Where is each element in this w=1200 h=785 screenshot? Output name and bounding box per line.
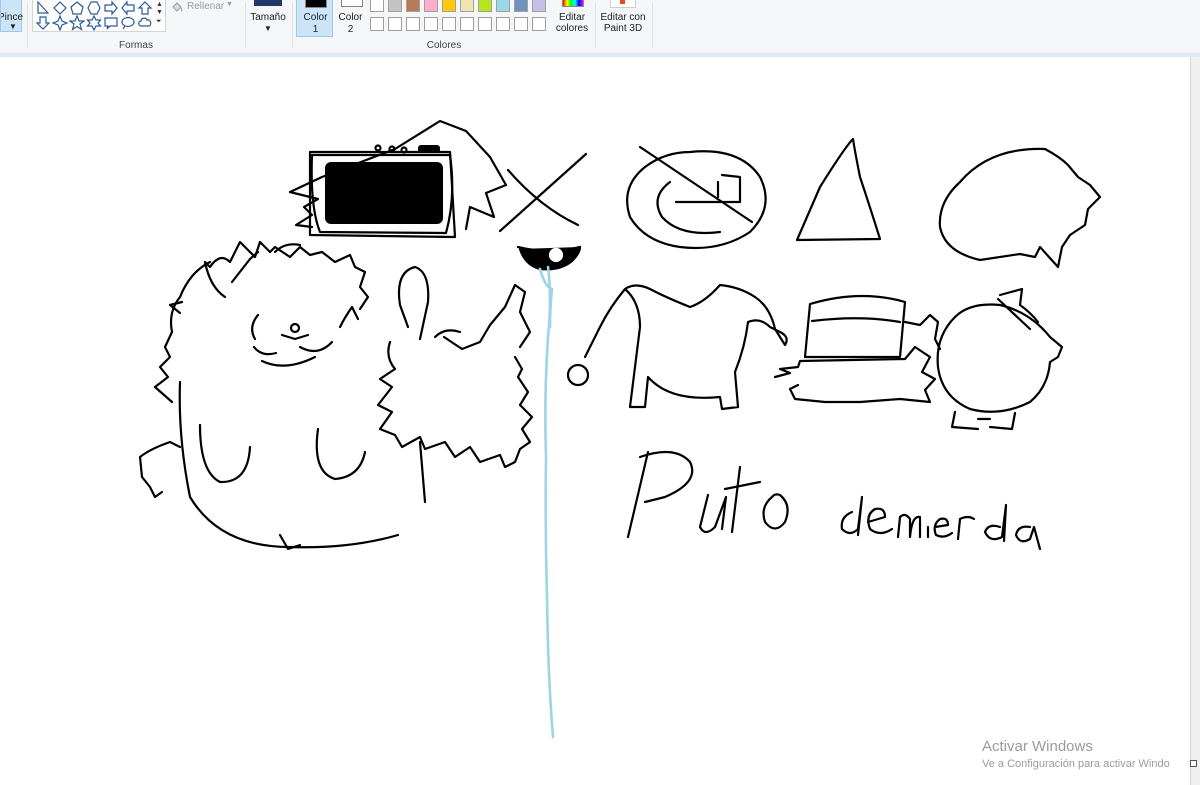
chevron-down-icon: ▼ — [9, 22, 17, 31]
shapes-scroll[interactable]: ▲ ▼ ⏷ — [154, 0, 166, 32]
round-face-doodle — [936, 287, 1064, 431]
palette-swatch[interactable] — [442, 0, 456, 12]
prohibited-sign-doodle — [626, 145, 767, 250]
palette-swatch-empty[interactable] — [514, 17, 528, 31]
palette-swatch[interactable] — [532, 0, 546, 12]
oven-doodle — [288, 119, 508, 239]
hexagon-icon[interactable] — [86, 0, 102, 16]
palette-swatch[interactable] — [370, 0, 384, 12]
scroll-down-icon[interactable]: ▼ — [156, 9, 163, 16]
handwritten-text-doodle — [626, 450, 1042, 551]
palette-swatch[interactable] — [514, 0, 528, 12]
rect-callout-icon[interactable] — [103, 15, 119, 31]
hair-blob-doodle — [938, 147, 1102, 269]
palette-swatch[interactable] — [406, 0, 420, 12]
palette-swatch[interactable] — [460, 0, 474, 12]
palette-swatch-empty[interactable] — [478, 17, 492, 31]
paint3d-line1: Editar con — [600, 12, 646, 23]
x-mark-doodle — [498, 152, 588, 233]
chevron-down-icon: ▼ — [226, 1, 233, 8]
palette-swatch[interactable] — [388, 0, 402, 12]
palette-swatch[interactable] — [478, 0, 492, 12]
palette-swatch-empty[interactable] — [388, 17, 402, 31]
palette-swatch[interactable] — [496, 0, 510, 12]
crying-eye-doodle — [516, 245, 582, 739]
chevron-down-icon: ▼ — [264, 24, 272, 33]
palette-swatch-empty[interactable] — [406, 17, 420, 31]
vertical-scrollbar[interactable] — [1190, 57, 1200, 785]
fluffy-paw-doodle — [376, 265, 534, 504]
palette-swatch-empty[interactable] — [370, 17, 384, 31]
group-separator — [652, 2, 653, 48]
palette-swatch-empty[interactable] — [424, 17, 438, 31]
brushes-button[interactable]: Pinceles ▼ — [0, 0, 23, 32]
top-hat-doodle — [773, 294, 942, 404]
edit-with-paint3d-button[interactable]: Editar con Paint 3D — [598, 12, 648, 34]
activation-watermark: Activar Windows Ve a Configuración para … — [982, 738, 1170, 770]
shapes-gallery — [32, 0, 166, 32]
group-separator — [245, 2, 246, 48]
palette-swatch-empty[interactable] — [460, 17, 474, 31]
paint-bucket-icon — [172, 2, 183, 12]
cat-creature-doodle — [138, 240, 400, 551]
four-point-star-icon[interactable] — [52, 15, 68, 31]
cloud-callout-icon[interactable] — [137, 15, 153, 31]
arrow-down-icon[interactable] — [35, 15, 51, 31]
palette-swatch-empty[interactable] — [496, 17, 510, 31]
size-preview-icon — [254, 0, 282, 6]
paint3d-line2: Paint 3D — [603, 23, 643, 34]
colors-group-label: Colores — [426, 40, 462, 51]
arrow-up-icon[interactable] — [137, 0, 153, 16]
jester-hat-doodle — [566, 283, 788, 411]
fill-label: Rellenar — [187, 1, 225, 12]
palette-swatch[interactable] — [424, 0, 438, 12]
palette-swatch-empty[interactable] — [442, 17, 456, 31]
right-triangle-icon[interactable] — [35, 0, 51, 16]
oval-callout-icon[interactable] — [120, 15, 136, 31]
group-separator — [595, 2, 596, 48]
triangle-doodle — [795, 137, 882, 242]
five-point-star-icon[interactable] — [69, 15, 85, 31]
arrow-right-icon[interactable] — [103, 0, 119, 16]
paint3d-icon[interactable] — [610, 0, 636, 8]
ribbon: Pinceles ▼ Formas ▲ ▼ ⏷ Rellenar ▼ — [0, 0, 1200, 54]
doodle-drawing — [138, 119, 1102, 739]
diamond-icon[interactable] — [52, 0, 68, 16]
arrow-left-icon[interactable] — [120, 0, 136, 16]
pentagon-icon[interactable] — [69, 0, 85, 16]
scroll-up-icon[interactable]: ▲ — [156, 1, 163, 8]
canvas-resize-handle[interactable] — [1190, 760, 1197, 767]
group-separator — [292, 2, 293, 48]
size-label: Tamaño — [250, 12, 286, 23]
six-point-star-icon[interactable] — [86, 15, 102, 31]
shapes-group-label: Formas — [119, 40, 153, 51]
expand-gallery-icon[interactable]: ⏷ — [156, 18, 162, 26]
watermark-subtitle: Ve a Configuración para activar Windo — [982, 758, 1170, 770]
palette-swatch-empty[interactable] — [532, 17, 546, 31]
watermark-title: Activar Windows — [982, 738, 1093, 755]
